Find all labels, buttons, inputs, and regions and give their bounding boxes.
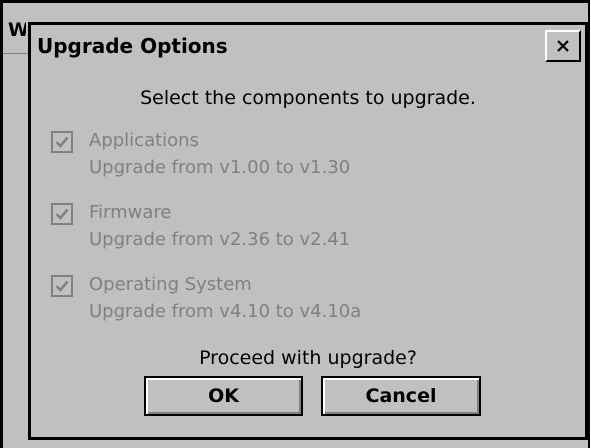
applications-detail: Upgrade from v1.00 to v1.30 xyxy=(89,157,351,178)
checkmark-icon xyxy=(55,208,69,220)
upgrade-options-dialog: Upgrade Options Select the components to… xyxy=(28,22,588,440)
ok-button[interactable]: OK xyxy=(144,376,303,416)
parent-window-title: W xyxy=(8,19,26,41)
checkmark-icon xyxy=(55,136,69,148)
applications-label: Applications xyxy=(89,130,199,151)
operating-system-label: Operating System xyxy=(89,274,252,295)
dialog-content: Select the components to upgrade. Applic… xyxy=(31,69,585,437)
close-button[interactable] xyxy=(545,30,581,62)
dialog-title: Upgrade Options xyxy=(37,34,228,58)
dialog-title-bar[interactable]: Upgrade Options xyxy=(31,25,585,69)
operating-system-detail: Upgrade from v4.10 to v4.10a xyxy=(89,301,362,322)
firmware-label: Firmware xyxy=(89,202,172,223)
proceed-question: Proceed with upgrade? xyxy=(199,347,417,369)
operating-system-checkbox[interactable] xyxy=(51,275,73,297)
cancel-button[interactable]: Cancel xyxy=(321,376,481,416)
prompt-text: Select the components to upgrade. xyxy=(140,87,476,109)
close-icon xyxy=(557,40,569,52)
firmware-detail: Upgrade from v2.36 to v2.41 xyxy=(89,229,351,250)
checkmark-icon xyxy=(55,280,69,292)
firmware-checkbox[interactable] xyxy=(51,203,73,225)
applications-checkbox[interactable] xyxy=(51,131,73,153)
